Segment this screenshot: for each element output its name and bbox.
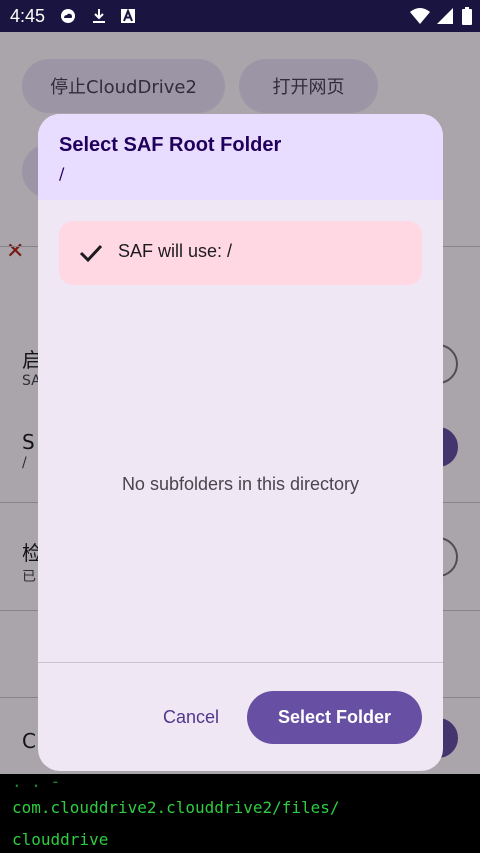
signal-icon [437, 8, 453, 24]
cloud-icon [61, 9, 75, 23]
select-folder-dialog: Select SAF Root Folder / SAF will use: /… [38, 114, 443, 771]
cancel-button[interactable]: Cancel [146, 692, 236, 742]
dialog-divider [38, 662, 443, 663]
dialog-title: Select SAF Root Folder [59, 134, 282, 156]
banner-text: SAF will use: / [118, 241, 233, 261]
current-path: / [59, 164, 65, 183]
select-folder-button[interactable]: Select Folder [247, 691, 422, 744]
check-icon [79, 244, 103, 263]
a-box-icon [121, 8, 135, 23]
download-icon [93, 9, 105, 23]
status-bar: 4:45 [0, 0, 480, 32]
console-line: com.clouddrive2.clouddrive2/files/ [12, 798, 340, 817]
empty-folder-message: No subfolders in this directory [121, 474, 360, 494]
dialog-header: Select SAF Root Folder / [38, 114, 443, 200]
wifi-icon [410, 8, 430, 24]
console-log: . . - com.clouddrive2.clouddrive2/files/… [0, 774, 480, 853]
console-line-partial: . . - [12, 774, 61, 791]
status-time: 4:45 [10, 6, 46, 26]
console-line: clouddrive [12, 830, 109, 849]
saf-selection-banner: SAF will use: / [59, 221, 422, 285]
battery-icon [462, 7, 472, 25]
